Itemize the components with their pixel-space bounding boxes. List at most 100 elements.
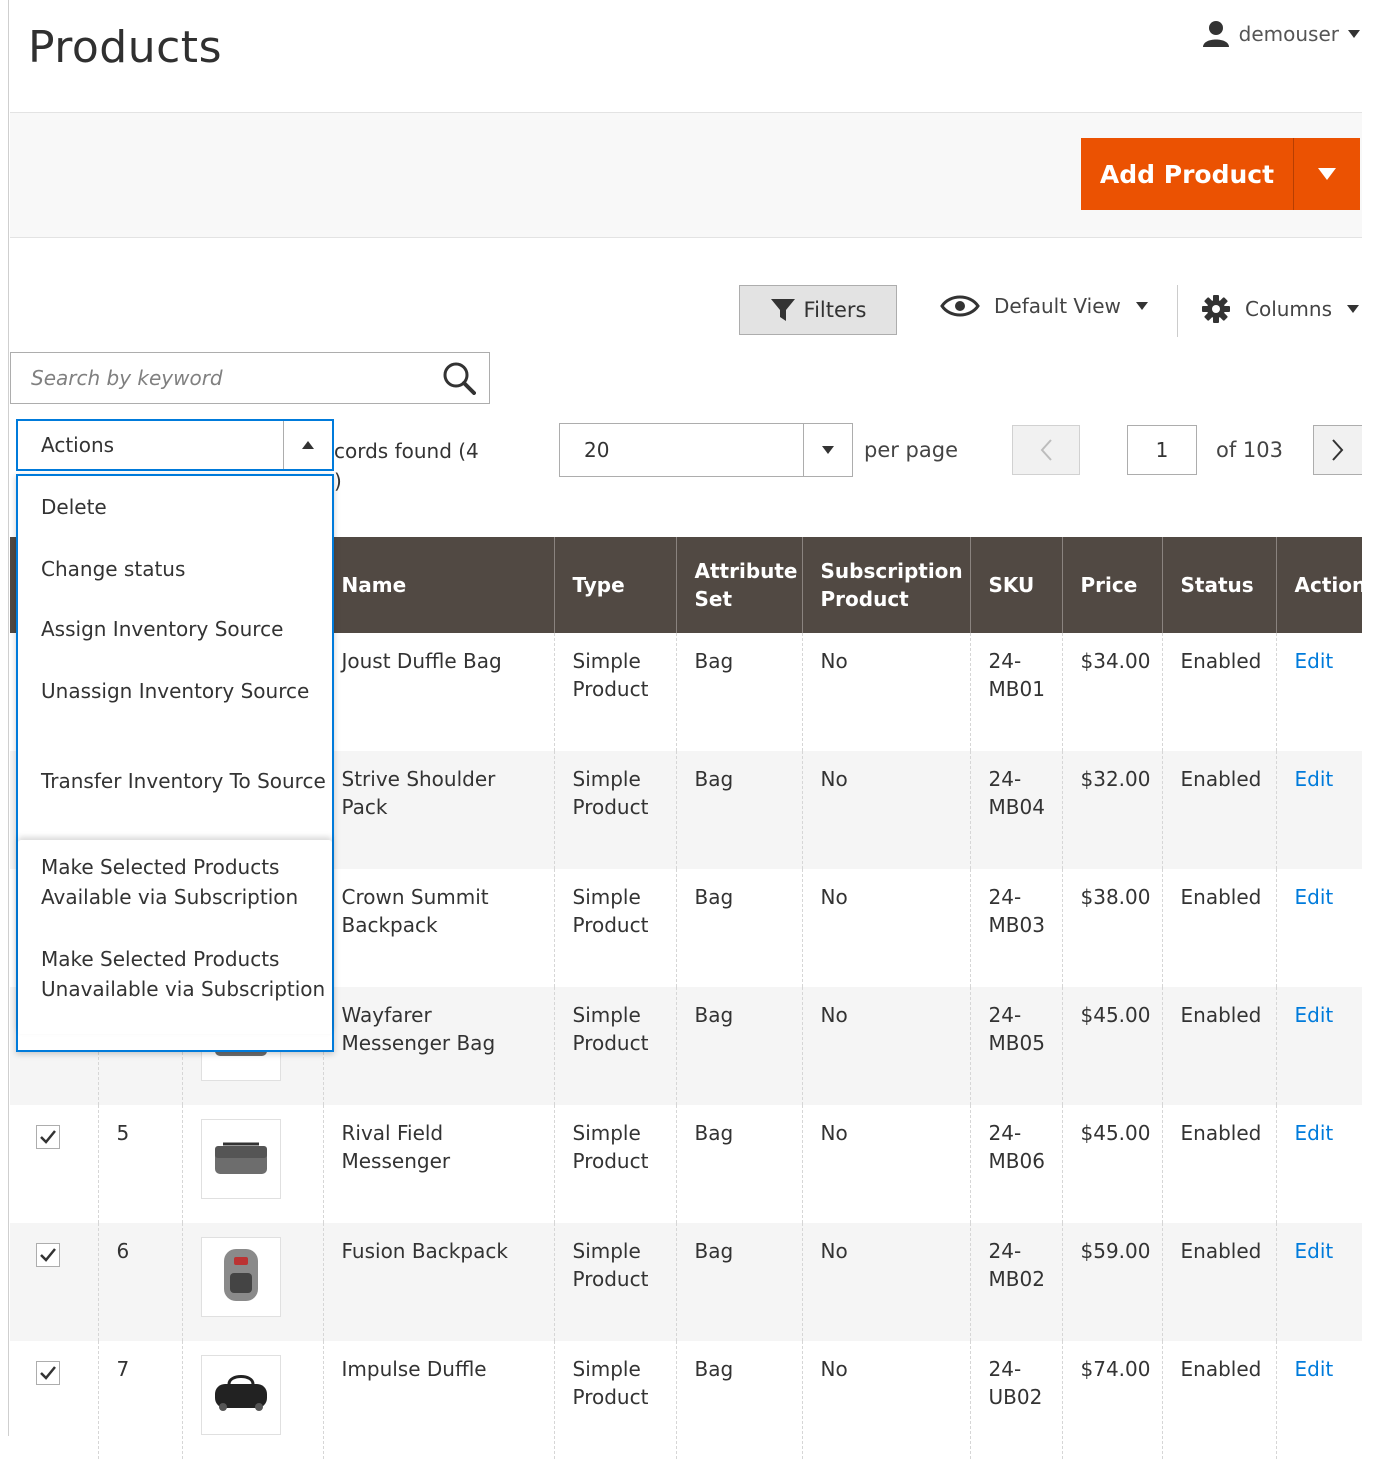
product-status: Enabled (1162, 633, 1277, 751)
user-name: demouser (1238, 22, 1339, 46)
mass-actions-menu: Delete Change status Assign Inventory So… (16, 474, 334, 1052)
menu-item-assign-inventory-source[interactable]: Assign Inventory Source (41, 614, 326, 644)
product-thumbnail[interactable] (200, 1119, 281, 1199)
per-page-select[interactable]: 20 (559, 423, 853, 477)
attribute-set: Bag (676, 987, 803, 1105)
table-row[interactable]: 5 Rival Field Messenger Simple Product Bag N… (10, 1105, 1362, 1223)
records-found-text: cords found (4 (334, 439, 479, 463)
caret-down-icon (1135, 302, 1148, 310)
menu-item-make-unavailable-subscription[interactable]: Make Selected Products Unavailable via S… (41, 944, 326, 1004)
search-button[interactable] (429, 361, 489, 395)
menu-item-change-status[interactable]: Change status (41, 554, 326, 584)
search-input[interactable] (29, 365, 429, 391)
menu-item-transfer-inventory[interactable]: Transfer Inventory To Source (41, 766, 326, 796)
column-header-status[interactable]: Status (1162, 537, 1277, 633)
product-type: Simple Product (554, 633, 677, 751)
per-page-label: per page (864, 438, 959, 462)
user-menu[interactable]: demouser (1201, 20, 1361, 48)
menu-item-make-available-subscription[interactable]: Make Selected Products Available via Sub… (41, 852, 326, 912)
records-found-text-cont: ) (334, 469, 342, 493)
messenger-bag-icon (209, 1134, 273, 1185)
add-product-button[interactable]: Add Product (1081, 138, 1293, 210)
edit-link[interactable]: Edit (1276, 987, 1362, 1105)
next-page-button[interactable] (1313, 425, 1362, 475)
menu-item-unassign-inventory-source[interactable]: Unassign Inventory Source (41, 676, 326, 706)
caret-down-icon (1348, 30, 1360, 38)
add-product-dropdown-toggle[interactable] (1294, 138, 1360, 210)
row-checkbox[interactable] (36, 1125, 60, 1149)
funnel-icon (770, 299, 795, 321)
column-header-sku[interactable]: SKU (970, 537, 1063, 633)
mass-actions-select[interactable]: Actions (16, 419, 334, 471)
columns-label: Columns (1245, 297, 1333, 321)
filters-button[interactable]: Filters (739, 285, 897, 335)
product-price: $45.00 (1062, 987, 1163, 1105)
caret-down-icon (822, 446, 834, 454)
product-price: $38.00 (1062, 869, 1163, 987)
product-thumbnail[interactable] (200, 1355, 281, 1435)
eye-icon (940, 295, 980, 317)
records-found: cords found (4 ) (334, 436, 479, 496)
column-header-subscription-product[interactable]: Subscription Product (802, 537, 971, 633)
thumbnail-cell (182, 1223, 324, 1341)
attribute-set: Bag (676, 869, 803, 987)
edit-link[interactable]: Edit (1276, 633, 1362, 751)
columns-control[interactable]: Columns (1201, 294, 1360, 324)
product-sku: 24-UB02 (970, 1341, 1063, 1459)
column-header-attribute-set[interactable]: Attribute Set (676, 537, 803, 633)
edit-link[interactable]: Edit (1276, 1105, 1362, 1223)
table-row[interactable]: 6 Fusion Backpack Simple Product Bag No 24-MB… (10, 1223, 1362, 1341)
edit-link[interactable]: Edit (1276, 751, 1362, 869)
product-name: Fusion Backpack (323, 1223, 555, 1341)
subscription-product: No (802, 1223, 971, 1341)
product-type: Simple Product (554, 1105, 677, 1223)
add-product-split-button[interactable]: Add Product (1081, 138, 1360, 210)
mass-actions-label: Actions (41, 433, 115, 457)
column-header-type[interactable]: Type (554, 537, 677, 633)
page-number-input[interactable]: 1 (1127, 425, 1197, 475)
edit-link[interactable]: Edit (1276, 1223, 1362, 1341)
duffle-bag-icon (211, 1372, 271, 1419)
per-page-toggle[interactable] (803, 424, 852, 476)
attribute-set: Bag (676, 633, 803, 751)
mass-actions-toggle[interactable] (283, 421, 332, 469)
product-type: Simple Product (554, 1341, 677, 1459)
product-price: $34.00 (1062, 633, 1163, 751)
page-total: of 103 (1216, 438, 1283, 462)
product-status: Enabled (1162, 1105, 1277, 1223)
attribute-set: Bag (676, 1223, 803, 1341)
previous-page-button[interactable] (1012, 425, 1080, 475)
edit-link[interactable]: Edit (1276, 1341, 1362, 1459)
chevron-right-icon (1332, 439, 1344, 461)
product-price: $32.00 (1062, 751, 1163, 869)
toolbar-divider (1177, 285, 1178, 337)
product-name: Wayfarer Messenger Bag (323, 987, 555, 1105)
subscription-product: No (802, 987, 971, 1105)
product-thumbnail[interactable] (200, 1237, 281, 1317)
column-header-name[interactable]: Name (323, 537, 555, 633)
column-header-price[interactable]: Price (1062, 537, 1163, 633)
column-header-action: Action (1276, 537, 1366, 633)
product-status: Enabled (1162, 1341, 1277, 1459)
product-status: Enabled (1162, 751, 1277, 869)
product-name: Impulse Duffle (323, 1341, 555, 1459)
user-icon (1202, 21, 1229, 47)
product-name: Joust Duffle Bag (323, 633, 555, 751)
attribute-set: Bag (676, 1341, 803, 1459)
subscription-product: No (802, 1105, 971, 1223)
subscription-product: No (802, 751, 971, 869)
row-checkbox[interactable] (36, 1361, 60, 1385)
table-row[interactable]: 7 Impulse Duffle Simple Product Bag No 24-UB0… (10, 1341, 1362, 1459)
row-checkbox[interactable] (36, 1243, 60, 1267)
thumbnail-cell (182, 1341, 324, 1459)
view-switcher[interactable]: Default View (940, 294, 1149, 318)
search-icon (443, 362, 476, 395)
subscription-product: No (802, 1341, 971, 1459)
gear-icon (1202, 295, 1230, 323)
product-status: Enabled (1162, 987, 1277, 1105)
edit-link[interactable]: Edit (1276, 869, 1362, 987)
product-sku: 24-MB06 (970, 1105, 1063, 1223)
product-sku: 24-MB02 (970, 1223, 1063, 1341)
menu-item-delete[interactable]: Delete (41, 492, 326, 522)
product-price: $74.00 (1062, 1341, 1163, 1459)
